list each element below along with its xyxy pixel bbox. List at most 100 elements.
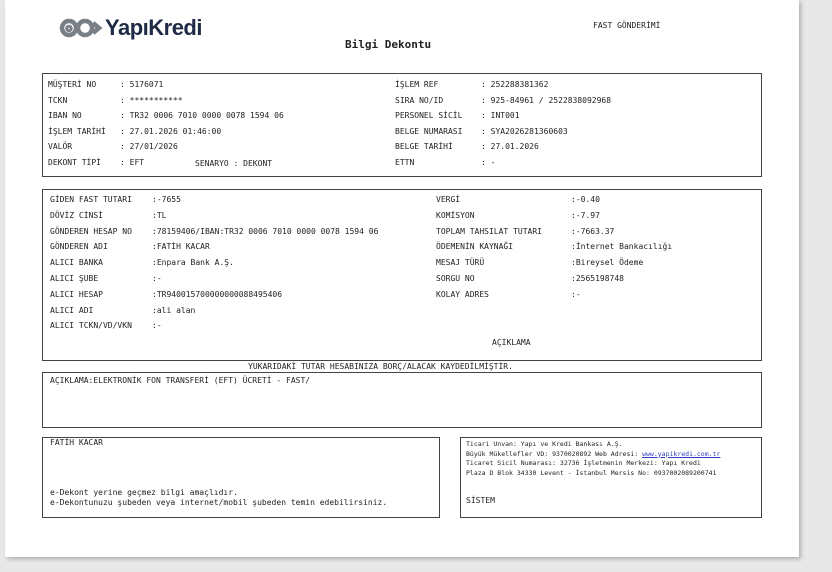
document-field-value: 252288381362 <box>490 80 549 89</box>
transfer-field-label: ALICI ŞUBE <box>50 274 99 283</box>
field-separator: : <box>481 80 491 89</box>
field-separator: : <box>481 111 491 121</box>
field-separator: : <box>481 142 491 152</box>
charge-field-row: KOMİSYON:-7.97 <box>436 211 600 221</box>
transfer-field-row: ALICI BANKA:Enpara Bank A.Ş. <box>50 258 234 268</box>
document-field-row: ETTN: - <box>395 158 495 168</box>
scenario-value: DEKONT <box>243 159 273 168</box>
charge-field-row: ÖDEMENİN KAYNAĞI:İnternet Bankacılığı <box>436 242 672 252</box>
document-field-label: PERSONEL SİCİL <box>395 111 463 121</box>
document-field-row: PERSONEL SİCİL: INT001 <box>395 111 520 121</box>
customer-field-value: 5176071 <box>129 80 164 89</box>
transfer-field-row: GİDEN FAST TUTARI:-7655 <box>50 195 181 205</box>
footer-sender-name: FATİH KACAR <box>50 438 103 447</box>
transfer-field-label: ALICI TCKN/VD/VKN <box>50 321 132 331</box>
legal-line-1: Ticari Unvan: Yapı ve Kredi Bankası A.Ş. <box>466 440 623 448</box>
charge-field-label: ÖDEMENİN KAYNAĞI <box>436 242 514 252</box>
bank-name: YapıKredi <box>105 15 202 40</box>
system-label: SİSTEM <box>466 496 495 505</box>
receipt-page: YapıKredi FAST GÖNDERİMİ Bilgi Dekontu S… <box>5 0 799 557</box>
charge-field-row: MESAJ TÜRÜ:Bireysel Ödeme <box>436 258 643 268</box>
customer-field-value: TR32 0006 7010 0000 0078 1594 06 <box>129 111 284 121</box>
footer-note-2: e-Dekontunuzu şubeden veya internet/mobi… <box>50 498 388 507</box>
charge-field-label: VERGİ <box>436 195 461 204</box>
document-field-row: BELGE TARİHİ: 27.01.2026 <box>395 142 539 152</box>
legal-line-2: Büyük Mükellefler VD: 9370020892 Web Adr… <box>466 450 720 460</box>
customer-field-row: VALÖR: 27/01/2026 <box>48 142 178 152</box>
document-field-value: INT001 <box>490 111 520 121</box>
transfer-field-value: - <box>156 274 162 283</box>
charge-field-row: KOLAY ADRES:- <box>436 290 581 300</box>
customer-field-value: *********** <box>129 95 183 105</box>
document-field-label: SIRA NO/ID <box>395 95 444 105</box>
transfer-field-row: ALICI HESAP:TR940015700000000088495406 <box>50 290 282 300</box>
footer-note-1: e-Dekont yerine geçmez bilgi amaçlıdır. <box>50 488 238 497</box>
field-separator: : <box>481 158 491 167</box>
charge-field-value: -0.40 <box>575 195 600 204</box>
customer-field-row: MÜŞTERİ NO: 5176071 <box>48 80 163 90</box>
document-field-row: SIRA NO/ID: 925-84961 / 2522838092968 <box>395 96 611 106</box>
scenario-label: SENARYO <box>195 159 229 168</box>
document-field-value: 925-84961 / 2522838092968 <box>490 95 612 105</box>
charge-field-value: İnternet Bankacılığı <box>575 242 673 252</box>
transfer-field-value: TL <box>156 210 167 220</box>
charge-field-value: 2565198748 <box>575 274 624 283</box>
document-title: Bilgi Dekontu <box>345 38 432 51</box>
customer-field-row: IBAN NO: TR32 0006 7010 0000 0078 1594 0… <box>48 111 284 121</box>
customer-field-label: IBAN NO <box>48 111 82 121</box>
customer-field-label: DEKONT TİPİ <box>48 158 101 167</box>
charge-field-value: -7663.37 <box>575 226 615 236</box>
field-separator: : <box>120 111 130 121</box>
transfer-field-row: ALICI TCKN/VD/VKN:- <box>50 321 162 331</box>
scenario-sep: : <box>228 159 244 168</box>
charge-field-label: SORGU NO <box>436 274 475 283</box>
customer-field-label: VALÖR <box>48 142 73 152</box>
document-field-value: SYA2026281360603 <box>490 126 568 136</box>
charge-field-label: MESAJ TÜRÜ <box>436 258 485 268</box>
customer-field-value: 27/01/2026 <box>129 142 178 152</box>
charge-field-label: KOLAY ADRES <box>436 289 489 299</box>
document-field-label: ETTN <box>395 158 415 167</box>
field-separator: : <box>120 95 130 105</box>
legal-line-4: Plaza D Blok 34330 Levent - İstanbul Mer… <box>466 468 717 477</box>
customer-field-label: MÜŞTERİ NO <box>48 80 97 89</box>
transfer-field-row: ALICI ŞUBE:- <box>50 274 162 284</box>
transfer-field-label: GÖNDEREN ADI <box>50 242 108 252</box>
transfer-field-value: FATİH KACAR <box>156 242 210 252</box>
transfer-field-value: ali alan <box>156 305 196 315</box>
transfer-field-value: - <box>156 321 162 331</box>
transfer-field-label: DÖVİZ CİNSİ <box>50 210 103 220</box>
transfer-type: FAST GÖNDERİMİ <box>593 21 661 30</box>
charge-field-value: Bireysel Ödeme <box>575 258 644 268</box>
transfer-field-value: Enpara Bank A.Ş. <box>156 258 234 268</box>
charge-field-row: SORGU NO:2565198748 <box>436 274 624 284</box>
document-field-value: - <box>490 158 496 167</box>
transfer-field-row: GÖNDEREN ADI:FATİH KACAR <box>50 242 210 252</box>
document-field-label: BELGE NUMARASI <box>395 126 463 136</box>
transfer-field-label: ALICI BANKA <box>50 258 103 268</box>
transfer-field-row: GÖNDEREN HESAP NO:78159406/IBAN:TR32 000… <box>50 227 378 237</box>
transfer-field-label: ALICI ADI <box>50 305 94 315</box>
field-separator: : <box>120 80 130 89</box>
field-separator: : <box>481 95 491 105</box>
customer-field-row: DEKONT TİPİ: EFT <box>48 158 144 168</box>
charge-field-value: - <box>575 289 581 299</box>
transfer-field-value: TR940015700000000088495406 <box>156 289 283 299</box>
document-field-label: BELGE TARİHİ <box>395 142 453 152</box>
legal-line-3: Ticaret Sicil Numarası: 32736 İşletmenin… <box>466 459 701 467</box>
charge-field-label: TOPLAM TAHSILAT TUTARI <box>436 226 542 236</box>
aciklama-heading: AÇIKLAMA <box>492 338 531 347</box>
description-text: AÇIKLAMA:ELEKTRONİK FON TRANSFERİ (EFT) … <box>50 376 311 385</box>
logo-mark-icon <box>59 18 103 38</box>
document-field-row: BELGE NUMARASI: SYA2026281360603 <box>395 127 568 137</box>
field-separator: : <box>120 142 130 152</box>
charge-field-label: KOMİSYON <box>436 210 475 220</box>
transfer-field-value: -7655 <box>156 195 181 204</box>
website-link[interactable]: www.yapikredi.com.tr <box>642 450 720 458</box>
charge-field-row: TOPLAM TAHSILAT TUTARI:-7663.37 <box>436 227 614 237</box>
legal-line-2-text: Büyük Mükellefler VD: 9370020892 Web Adr… <box>466 449 643 458</box>
document-field-value: 27.01.2026 <box>490 142 539 152</box>
transfer-field-label: GİDEN FAST TUTARI <box>50 195 132 204</box>
document-field-row: İŞLEM REF: 252288381362 <box>395 80 548 90</box>
charge-field-value: -7.97 <box>575 210 600 220</box>
